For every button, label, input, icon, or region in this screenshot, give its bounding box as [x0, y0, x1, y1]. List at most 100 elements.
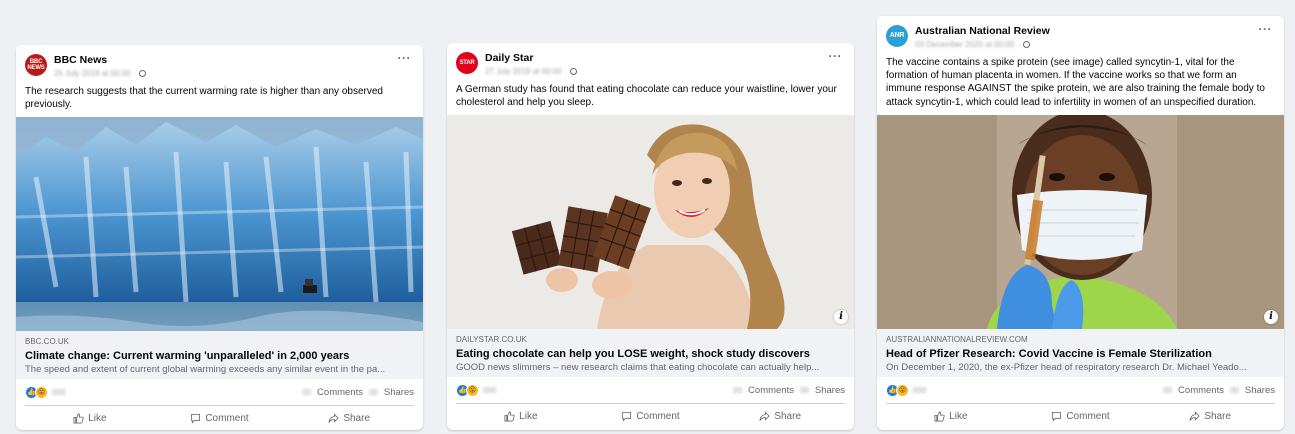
post-card: STAR Daily Star 27 July 2019 at 00:00 · … [447, 43, 854, 430]
post-image-vaccine[interactable]: i [877, 115, 1284, 329]
shares-count: 00 [799, 386, 809, 395]
reactions-summary: 👍 😮 000 00 Comments 00 Shares [877, 380, 1284, 400]
comments-count: 00 [302, 388, 312, 397]
post-image-chocolate[interactable]: i [447, 115, 854, 329]
share-arrow-icon [759, 410, 770, 421]
like-button[interactable]: Like [886, 404, 1016, 428]
link-description: GOOD news slimmers – new research claims… [456, 362, 820, 373]
post-card: ANR Australian National Review 03 Decemb… [877, 16, 1284, 430]
more-options-icon[interactable]: ··· [1259, 23, 1273, 35]
info-icon[interactable]: i [1264, 310, 1278, 324]
link-preview[interactable]: AUSTRALIANNATIONALREVIEW.COM Head of Pfi… [877, 329, 1284, 377]
link-title[interactable]: Head of Pfizer Research: Covid Vaccine i… [877, 345, 1284, 361]
reaction-icons[interactable]: 👍 😮 000 [456, 384, 496, 397]
post-meta: 27 July 2019 at 00:00 · [485, 67, 578, 76]
wow-reaction-icon: 😮 [466, 384, 479, 397]
reaction-count: 000 [483, 386, 497, 395]
post-text: The vaccine contains a spike protein (se… [886, 57, 1265, 108]
shares-count: 00 [368, 388, 378, 397]
shares-link[interactable]: Shares [1245, 385, 1275, 396]
share-button[interactable]: Share [715, 404, 845, 428]
post-meta: 03 December 2020 at 00:00 · [915, 40, 1030, 49]
comments-link[interactable]: Comments [748, 385, 794, 396]
post-header: BBC NEWS BBC News 25 July 2019 at 00:00 … [16, 45, 423, 81]
page-name[interactable]: BBC News [54, 54, 107, 66]
post-header: STAR Daily Star 27 July 2019 at 00:00 · … [447, 43, 854, 79]
engagement-counts: 00 Comments 00 Shares [1163, 385, 1275, 396]
avatar-logo-text: STAR [459, 60, 475, 66]
comment-label: Comment [1066, 410, 1110, 422]
comments-count: 00 [733, 386, 743, 395]
page-name[interactable]: Australian National Review [915, 25, 1050, 37]
share-label: Share [774, 410, 802, 422]
link-domain: DAILYSTAR.CO.UK [456, 335, 527, 344]
comment-icon [191, 413, 201, 424]
link-title[interactable]: Eating chocolate can help you LOSE weigh… [447, 345, 854, 361]
page-name[interactable]: Daily Star [485, 52, 533, 64]
page-avatar[interactable]: BBC NEWS [25, 54, 47, 76]
share-label: Share [343, 412, 371, 424]
post-card: BBC NEWS BBC News 25 July 2019 at 00:00 … [16, 45, 423, 430]
like-label: Like [88, 412, 107, 424]
share-button[interactable]: Share [1145, 404, 1275, 428]
reaction-icons[interactable]: 👍 😮 000 [886, 384, 926, 397]
chocolate-woman-illustration [447, 115, 854, 329]
globe-icon [139, 70, 147, 77]
more-options-icon[interactable]: ··· [829, 50, 843, 62]
engagement-counts: 00 Comments 00 Shares [733, 385, 845, 396]
avatar-logo-text: BBC NEWS [27, 59, 45, 71]
post-actions: Like Comment Share [25, 405, 414, 430]
comments-link[interactable]: Comments [1178, 385, 1224, 396]
reaction-count: 000 [52, 388, 66, 397]
post-timestamp[interactable]: 27 July 2019 at 00:00 [485, 67, 562, 76]
comment-button[interactable]: Comment [586, 404, 716, 428]
like-button[interactable]: Like [456, 404, 586, 428]
shares-link[interactable]: Shares [384, 387, 414, 398]
share-button[interactable]: Share [284, 406, 414, 430]
post-header: ANR Australian National Review 03 Decemb… [877, 16, 1284, 52]
share-arrow-icon [1189, 410, 1200, 421]
post-meta: 25 July 2019 at 00:00 · [54, 69, 147, 78]
comment-button[interactable]: Comment [155, 406, 285, 430]
link-domain: AUSTRALIANNATIONALREVIEW.COM [886, 335, 1028, 344]
thumbs-up-icon [504, 411, 515, 421]
post-timestamp[interactable]: 03 December 2020 at 00:00 [915, 40, 1014, 49]
post-text: The research suggests that the current w… [25, 86, 383, 111]
page-avatar[interactable]: ANR [886, 25, 908, 47]
wow-reaction-icon: 😮 [896, 384, 909, 397]
page-avatar[interactable]: STAR [456, 52, 478, 74]
vaccine-woman-illustration [877, 115, 1284, 329]
link-preview[interactable]: DAILYSTAR.CO.UK Eating chocolate can hel… [447, 329, 854, 377]
link-preview[interactable]: BBC.CO.UK Climate change: Current warmin… [16, 331, 423, 379]
like-button[interactable]: Like [25, 406, 155, 430]
link-description: On December 1, 2020, the ex-Pfizer head … [886, 362, 1247, 373]
comment-label: Comment [205, 412, 249, 424]
reactions-summary: 👍 😮 000 00 Comments 00 Shares [447, 380, 854, 400]
globe-icon [570, 68, 578, 75]
share-label: Share [1204, 410, 1232, 422]
reactions-summary: 👍 😮 000 00 Comments 00 Shares [16, 382, 423, 402]
avatar-logo-text: ANR [889, 32, 905, 39]
wow-reaction-icon: 😮 [35, 386, 48, 399]
post-actions: Like Comment Share [456, 403, 845, 428]
post-timestamp[interactable]: 25 July 2019 at 00:00 [54, 69, 131, 78]
share-arrow-icon [328, 412, 339, 423]
like-label: Like [949, 410, 968, 422]
comment-icon [1052, 411, 1062, 422]
shares-link[interactable]: Shares [815, 385, 845, 396]
comments-count: 00 [1163, 386, 1173, 395]
reaction-icons[interactable]: 👍 😮 000 [25, 386, 65, 399]
info-icon[interactable]: i [834, 310, 848, 324]
comment-button[interactable]: Comment [1016, 404, 1146, 428]
link-domain: BBC.CO.UK [25, 337, 70, 346]
more-options-icon[interactable]: ··· [398, 52, 412, 64]
link-title[interactable]: Climate change: Current warming 'unparal… [16, 347, 423, 363]
comment-icon [622, 411, 632, 422]
comments-link[interactable]: Comments [317, 387, 363, 398]
like-label: Like [519, 410, 538, 422]
thumbs-up-icon [934, 411, 945, 421]
post-text: A German study has found that eating cho… [456, 84, 837, 109]
thumbs-up-icon [73, 413, 84, 423]
post-actions: Like Comment Share [886, 403, 1275, 428]
shares-count: 00 [1229, 386, 1239, 395]
